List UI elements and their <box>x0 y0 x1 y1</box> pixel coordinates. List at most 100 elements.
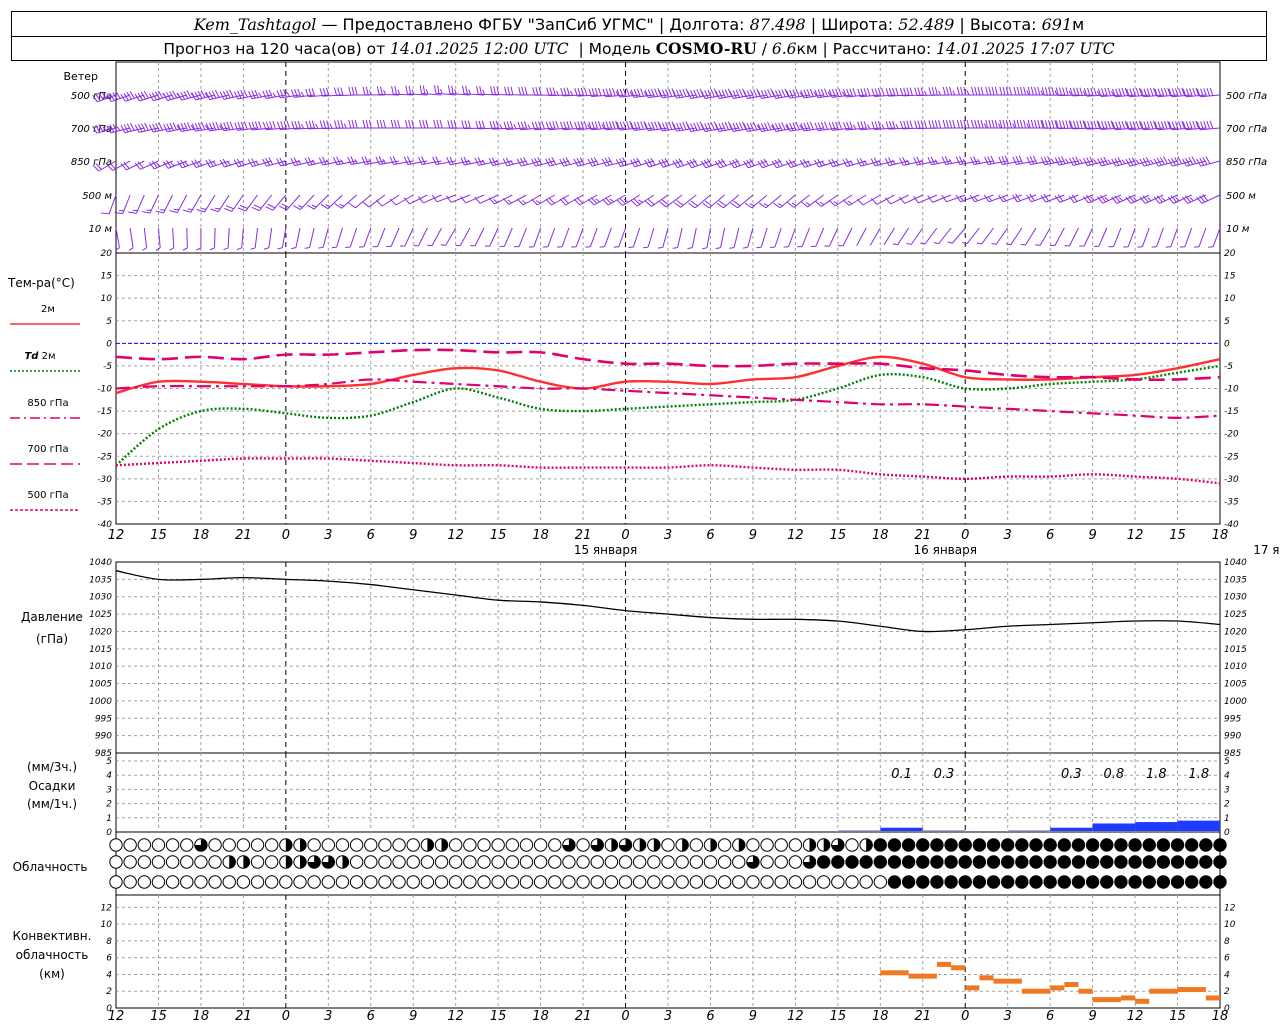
cloud-circle <box>675 855 689 869</box>
pressure-tick-label: 990 <box>95 732 112 742</box>
wind-barb-feather <box>1032 155 1038 164</box>
cloud-fill <box>973 875 986 889</box>
wind-barb-feather <box>419 85 423 94</box>
wind-barb-feather <box>319 88 323 97</box>
wind-barb-feather <box>959 196 964 202</box>
wind-barb-feather <box>518 86 522 96</box>
wind-barb-feather <box>1002 119 1006 129</box>
cloud-symbol <box>533 855 548 869</box>
wind-barb-feather <box>612 87 616 97</box>
temp-tick-label: -25 <box>97 452 112 462</box>
cloud-symbol <box>1114 838 1128 852</box>
cloud-circle <box>236 838 251 852</box>
cloud-circle <box>548 855 562 869</box>
wind-barb-feather <box>756 88 761 97</box>
wind-barb-feather <box>348 86 352 96</box>
wind-barb-feather <box>593 157 599 165</box>
wind-barb <box>686 121 711 132</box>
cloud-symbol <box>901 875 916 889</box>
cloud-circle <box>137 838 152 852</box>
wind-barb-feather <box>671 88 676 97</box>
wind-barb <box>1153 156 1178 167</box>
cloud-symbol <box>463 875 477 889</box>
conv-tick-label: 8 <box>106 937 112 947</box>
wind-barb-feather <box>361 156 366 165</box>
cloud-symbol <box>1170 875 1185 889</box>
pressure-tick-label: 1020 <box>89 627 112 637</box>
cloud-symbol <box>1142 875 1156 889</box>
wind-barb-feather <box>1050 158 1055 164</box>
wind-title: Ветер <box>64 70 98 83</box>
cloud-symbol <box>746 838 760 852</box>
wind-barb-feather <box>389 198 397 206</box>
wind-barb-feather <box>985 86 989 96</box>
wind-barb <box>1179 227 1193 248</box>
cloud-symbol <box>972 838 987 852</box>
wind-barb-feather <box>980 119 984 129</box>
wind-barb-feather <box>546 87 550 96</box>
wind-barb <box>263 227 273 250</box>
wind-barb-feather <box>1035 244 1041 246</box>
cloud-circle <box>491 875 505 889</box>
cloud-symbol <box>1156 855 1171 869</box>
wind-barb <box>1108 227 1122 248</box>
wind-barb-staff <box>951 227 966 244</box>
cloud-symbol <box>1000 855 1015 869</box>
cloud-circle <box>519 875 534 889</box>
cloud-symbol <box>406 875 420 889</box>
pressure-tick-label-right: 1025 <box>1224 610 1247 620</box>
cloud-fill <box>823 838 830 852</box>
cloud-symbol <box>717 838 732 852</box>
wind-barb-feather <box>998 123 1001 129</box>
cloud-symbol <box>279 855 293 869</box>
temp-tick-label-right: -15 <box>1224 407 1239 417</box>
cloud-symbol <box>647 838 661 852</box>
wind-barb-feather <box>169 210 178 214</box>
wind-barb-feather <box>702 247 708 250</box>
cloud-fill <box>243 855 250 869</box>
wind-barb-feather <box>397 119 401 129</box>
pressure-tick-label: 1000 <box>89 697 112 707</box>
cloud-circle <box>873 875 888 889</box>
wind-barb <box>177 122 202 132</box>
wind-barb-feather <box>425 119 429 129</box>
wind-barb <box>514 227 527 248</box>
cloud-symbol <box>675 855 689 869</box>
cloud-fill <box>930 855 944 869</box>
wind-barb-feather <box>1121 159 1126 165</box>
wind-barb <box>1005 227 1023 246</box>
wind-barb-staff <box>213 227 216 249</box>
wind-barb-feather <box>337 120 341 129</box>
precip-tick-label-right: 2 <box>1224 800 1230 810</box>
cloud-fill <box>1143 838 1156 852</box>
x-tick-label: 6 <box>367 528 375 543</box>
wind-barb-feather <box>1019 119 1023 129</box>
wind-barb-feather <box>833 201 839 205</box>
wind-barb-staff <box>995 227 1009 245</box>
cloud-circle <box>760 838 774 852</box>
conv-segment <box>880 970 909 976</box>
cloud-fill <box>1213 875 1227 889</box>
cloud-symbol <box>1199 838 1213 852</box>
cloud-circle <box>774 855 788 869</box>
conv-tick-label-right: 8 <box>1224 937 1230 947</box>
cloud-fill <box>1015 855 1029 869</box>
wind-barb-staff <box>1054 227 1065 246</box>
cloud-symbol <box>873 838 888 852</box>
cloud-symbol <box>519 838 534 852</box>
wind-barb-feather <box>944 156 950 165</box>
wind-barb <box>474 194 499 204</box>
wind-barb-feather <box>753 122 758 131</box>
wind-barb-feather <box>527 124 531 130</box>
wind-barb <box>797 227 811 248</box>
pressure-tick-label-right: 1015 <box>1224 645 1247 655</box>
wind-barb-feather <box>1065 120 1069 129</box>
cloud-fill <box>710 838 717 852</box>
cloud-circle <box>180 875 194 889</box>
wind-barb-feather <box>152 123 157 132</box>
wind-barb-feather <box>474 157 480 166</box>
precip-bar <box>1177 820 1220 831</box>
wind-barb-staff <box>869 227 881 246</box>
cloud-symbol <box>802 855 817 869</box>
wind-barb-feather <box>392 156 398 165</box>
